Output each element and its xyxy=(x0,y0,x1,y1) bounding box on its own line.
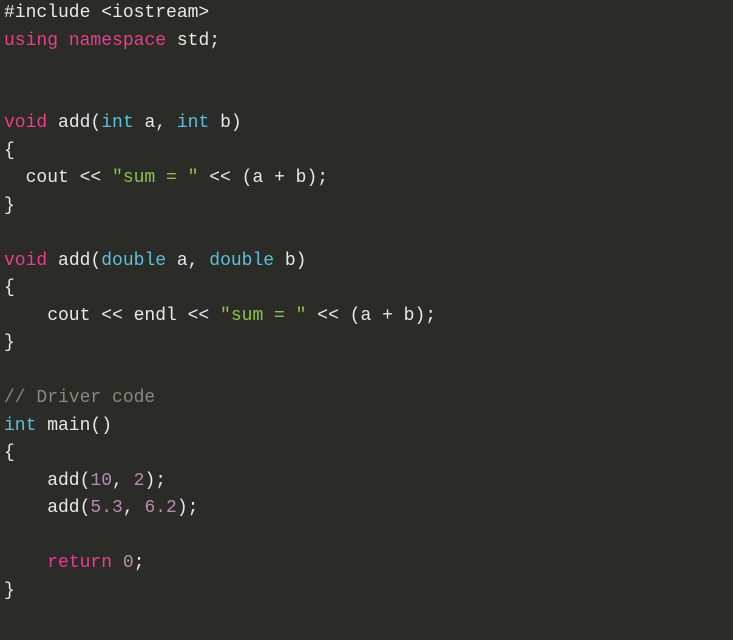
code-line: cout << endl << "sum = " << (a + b); xyxy=(4,306,436,326)
code-token: 2 xyxy=(134,471,145,491)
code-token: a, xyxy=(134,113,177,133)
code-token: 5.3 xyxy=(90,498,122,518)
code-token: "sum = " xyxy=(220,306,306,326)
code-token: } xyxy=(4,581,15,601)
code-token: b) xyxy=(209,113,241,133)
code-token: std; xyxy=(166,31,220,51)
code-line: } xyxy=(4,333,15,353)
code-token: ); xyxy=(177,498,199,518)
code-token: "sum = " xyxy=(112,168,198,188)
code-token: int xyxy=(177,113,209,133)
code-token: 10 xyxy=(90,471,112,491)
code-line: return 0; xyxy=(4,553,144,573)
code-token xyxy=(4,553,47,573)
code-token: b) xyxy=(274,251,306,271)
code-token: 6.2 xyxy=(144,498,176,518)
code-token: int xyxy=(101,113,133,133)
code-token: main() xyxy=(36,416,112,436)
code-token: int xyxy=(4,416,36,436)
code-line: void add(double a, double b) xyxy=(4,251,306,271)
code-line: #include <iostream> xyxy=(4,3,209,23)
code-token: { xyxy=(4,443,15,463)
code-line: // Driver code xyxy=(4,388,155,408)
code-token: void xyxy=(4,113,47,133)
code-line: add(5.3, 6.2); xyxy=(4,498,198,518)
code-token: void xyxy=(4,251,47,271)
code-token: << (a + b); xyxy=(306,306,436,326)
code-line: cout << "sum = " << (a + b); xyxy=(4,168,328,188)
code-line: } xyxy=(4,196,15,216)
code-token: double xyxy=(209,251,274,271)
code-token: << (a + b); xyxy=(198,168,328,188)
code-token: namespace xyxy=(69,31,166,51)
code-line: { xyxy=(4,443,15,463)
code-token: { xyxy=(4,141,15,161)
code-line: using namespace std; xyxy=(4,31,220,51)
code-token: ); xyxy=(144,471,166,491)
code-token xyxy=(58,31,69,51)
code-token: } xyxy=(4,333,15,353)
code-token: add( xyxy=(4,498,90,518)
code-token: cout << endl << xyxy=(4,306,220,326)
code-token: , xyxy=(112,471,134,491)
code-token: 0 xyxy=(123,553,134,573)
code-block: #include <iostream> using namespace std;… xyxy=(0,0,733,605)
code-token: } xyxy=(4,196,15,216)
code-token: double xyxy=(101,251,166,271)
code-token xyxy=(112,553,123,573)
code-token: add( xyxy=(4,471,90,491)
code-token: a, xyxy=(166,251,209,271)
code-token: #include <iostream> xyxy=(4,3,209,23)
code-line: } xyxy=(4,581,15,601)
code-token: add( xyxy=(47,251,101,271)
code-line: add(10, 2); xyxy=(4,471,166,491)
code-line: int main() xyxy=(4,416,112,436)
code-token: , xyxy=(123,498,145,518)
code-token: // Driver code xyxy=(4,388,155,408)
code-line: void add(int a, int b) xyxy=(4,113,242,133)
code-token: add( xyxy=(47,113,101,133)
code-token: { xyxy=(4,278,15,298)
code-line: { xyxy=(4,141,15,161)
code-token: cout << xyxy=(4,168,112,188)
code-token: using xyxy=(4,31,58,51)
code-token: return xyxy=(47,553,112,573)
code-line: { xyxy=(4,278,15,298)
code-token: ; xyxy=(134,553,145,573)
